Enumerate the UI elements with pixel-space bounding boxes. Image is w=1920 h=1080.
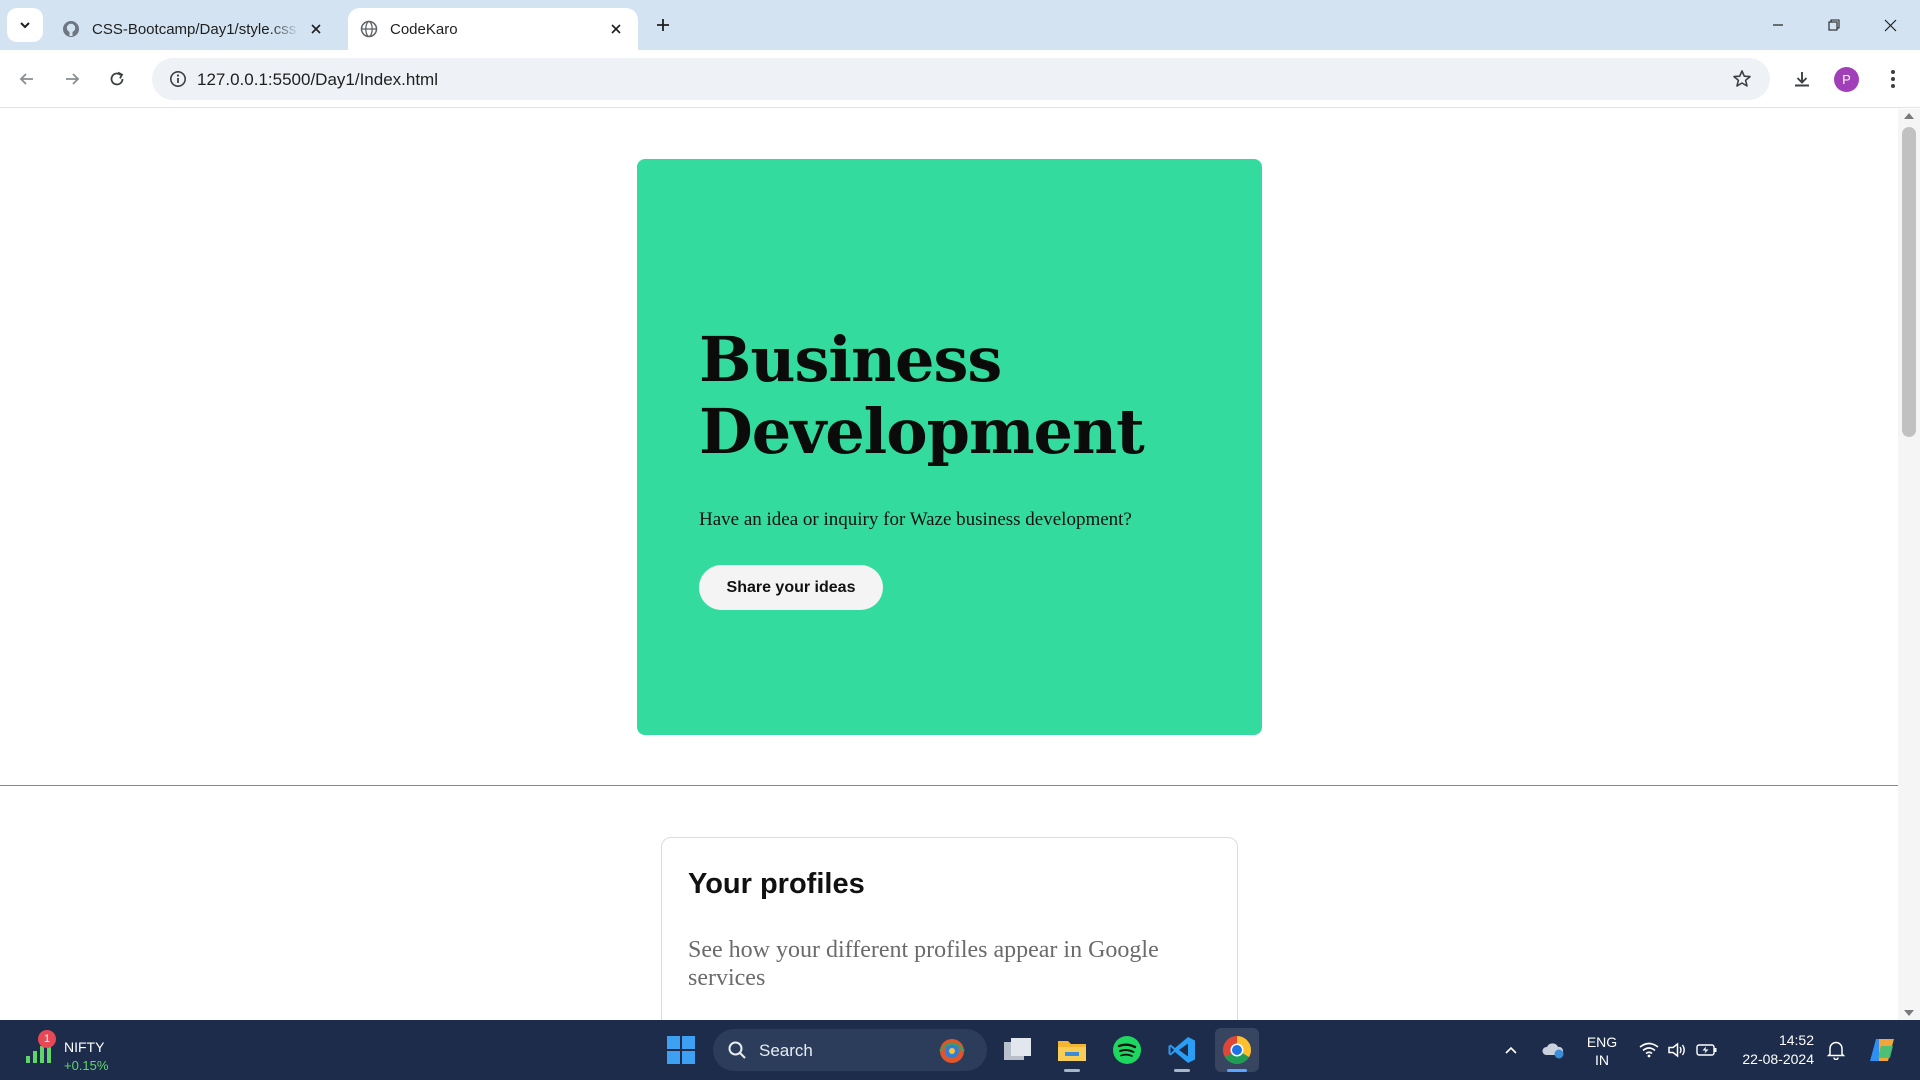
taskbar-search[interactable]: Search	[713, 1029, 987, 1071]
wifi-icon	[1639, 1042, 1659, 1058]
tab-title: CSS-Bootcamp/Day1/style.css a	[92, 20, 300, 38]
stock-name: NIFTY	[64, 1039, 105, 1055]
battery-button[interactable]	[1694, 1020, 1720, 1080]
chevron-up-icon	[1505, 1046, 1517, 1054]
bookmark-star-icon[interactable]	[1726, 63, 1758, 95]
search-placeholder: Search	[759, 1041, 813, 1060]
downloads-button[interactable]	[1784, 61, 1820, 97]
minimize-icon	[1773, 24, 1783, 26]
task-view-button[interactable]	[996, 1028, 1040, 1072]
profile-avatar[interactable]: P	[1834, 67, 1859, 92]
share-ideas-button[interactable]: Share your ideas	[699, 565, 883, 610]
battery-charging-icon	[1696, 1044, 1717, 1056]
close-icon[interactable]	[306, 19, 326, 39]
windows-taskbar: 1 NIFTY +0.15% Search ENG IN 14:52 22-08…	[0, 1020, 1920, 1080]
copilot-icon	[1870, 1039, 1894, 1061]
plus-icon	[657, 19, 669, 31]
profiles-card: Your profiles See how your different pro…	[661, 837, 1238, 1020]
running-indicator	[1227, 1069, 1247, 1072]
notification-badge: 1	[38, 1030, 56, 1048]
region-code: IN	[1595, 1052, 1609, 1068]
cloud-sync-icon	[1542, 1043, 1564, 1059]
start-button[interactable]	[659, 1028, 703, 1072]
scroll-up-arrow-icon[interactable]	[1904, 113, 1914, 119]
language-indicator[interactable]: ENG IN	[1582, 1033, 1622, 1069]
globe-icon	[360, 20, 378, 38]
show-hidden-icons-button[interactable]	[1498, 1020, 1524, 1080]
vscode-button[interactable]	[1160, 1028, 1204, 1072]
hero-title-line-2: Development	[699, 395, 1145, 468]
tab-search-button[interactable]	[7, 8, 43, 42]
github-icon	[62, 20, 80, 38]
restore-icon	[1828, 19, 1840, 31]
profiles-title: Your profiles	[688, 868, 865, 900]
address-bar[interactable]: 127.0.0.1:5500/Day1/Index.html	[152, 58, 1770, 100]
running-indicator	[1174, 1069, 1190, 1072]
running-indicator	[1064, 1069, 1080, 1072]
url-text: 127.0.0.1:5500/Day1/Index.html	[197, 70, 438, 89]
hero-card: Business Development Have an idea or inq…	[637, 159, 1262, 735]
chevron-down-icon	[20, 22, 30, 29]
file-explorer-button[interactable]	[1050, 1028, 1094, 1072]
tab-strip: CSS-Bootcamp/Day1/style.css a CodeKaro	[0, 0, 1920, 50]
system-clock[interactable]: 14:52 22-08-2024	[1728, 1031, 1814, 1069]
hero-title: Business Development	[699, 324, 1219, 468]
reload-button[interactable]	[99, 61, 135, 97]
search-icon	[728, 1041, 746, 1059]
minimize-button[interactable]	[1750, 0, 1806, 50]
task-view-icon	[1004, 1038, 1031, 1060]
search-highlight-icon	[939, 1039, 965, 1063]
bell-icon	[1827, 1041, 1845, 1060]
kebab-menu-icon	[1891, 70, 1895, 88]
close-window-button[interactable]	[1862, 0, 1918, 50]
hero-subtitle: Have an idea or inquiry for Waze busines…	[699, 509, 1132, 530]
vertical-scrollbar[interactable]	[1898, 109, 1920, 1020]
profiles-subtitle: See how your different profiles appear i…	[688, 937, 1159, 991]
spotify-icon	[1113, 1036, 1141, 1064]
back-button[interactable]	[9, 61, 45, 97]
spotify-button[interactable]	[1105, 1028, 1149, 1072]
close-icon[interactable]	[606, 19, 626, 39]
forward-button[interactable]	[54, 61, 90, 97]
volume-button[interactable]	[1664, 1020, 1690, 1080]
hero-title-line-1: Business	[699, 323, 1002, 396]
site-info-icon[interactable]	[162, 63, 194, 95]
onedrive-tray-button[interactable]	[1538, 1020, 1568, 1080]
clock-date: 22-08-2024	[1742, 1051, 1814, 1067]
stock-change: +0.15%	[64, 1058, 109, 1073]
menu-button[interactable]	[1875, 61, 1911, 97]
chrome-icon	[1223, 1036, 1251, 1064]
stock-widget[interactable]: 1 NIFTY +0.15%	[24, 1028, 144, 1073]
scrollbar-thumb[interactable]	[1902, 127, 1916, 437]
page-viewport: Business Development Have an idea or inq…	[0, 109, 1898, 1020]
reload-icon	[110, 71, 124, 86]
tab-codekaro[interactable]: CodeKaro	[348, 8, 638, 50]
notification-center-button[interactable]	[1822, 1020, 1850, 1080]
close-icon	[1884, 19, 1896, 31]
tab-title: CodeKaro	[390, 20, 458, 38]
arrow-right-icon	[66, 73, 80, 85]
vscode-icon	[1168, 1037, 1195, 1063]
file-explorer-icon	[1058, 1041, 1086, 1061]
horizontal-rule	[0, 785, 1898, 786]
copilot-button[interactable]	[1864, 1020, 1900, 1080]
chrome-button[interactable]	[1215, 1028, 1259, 1072]
download-icon	[1795, 72, 1809, 87]
speaker-icon	[1668, 1042, 1685, 1058]
browser-toolbar: 127.0.0.1:5500/Day1/Index.html P	[0, 50, 1920, 108]
restore-button[interactable]	[1806, 0, 1862, 50]
arrow-left-icon	[19, 73, 33, 85]
scroll-down-arrow-icon[interactable]	[1904, 1010, 1914, 1016]
windows-start-icon	[667, 1036, 695, 1064]
tab-github-style-css[interactable]: CSS-Bootcamp/Day1/style.css a	[50, 8, 338, 50]
new-tab-button[interactable]	[650, 12, 676, 38]
wifi-button[interactable]	[1636, 1020, 1662, 1080]
clock-time: 14:52	[1778, 1032, 1814, 1048]
language-code: ENG	[1586, 1034, 1618, 1050]
